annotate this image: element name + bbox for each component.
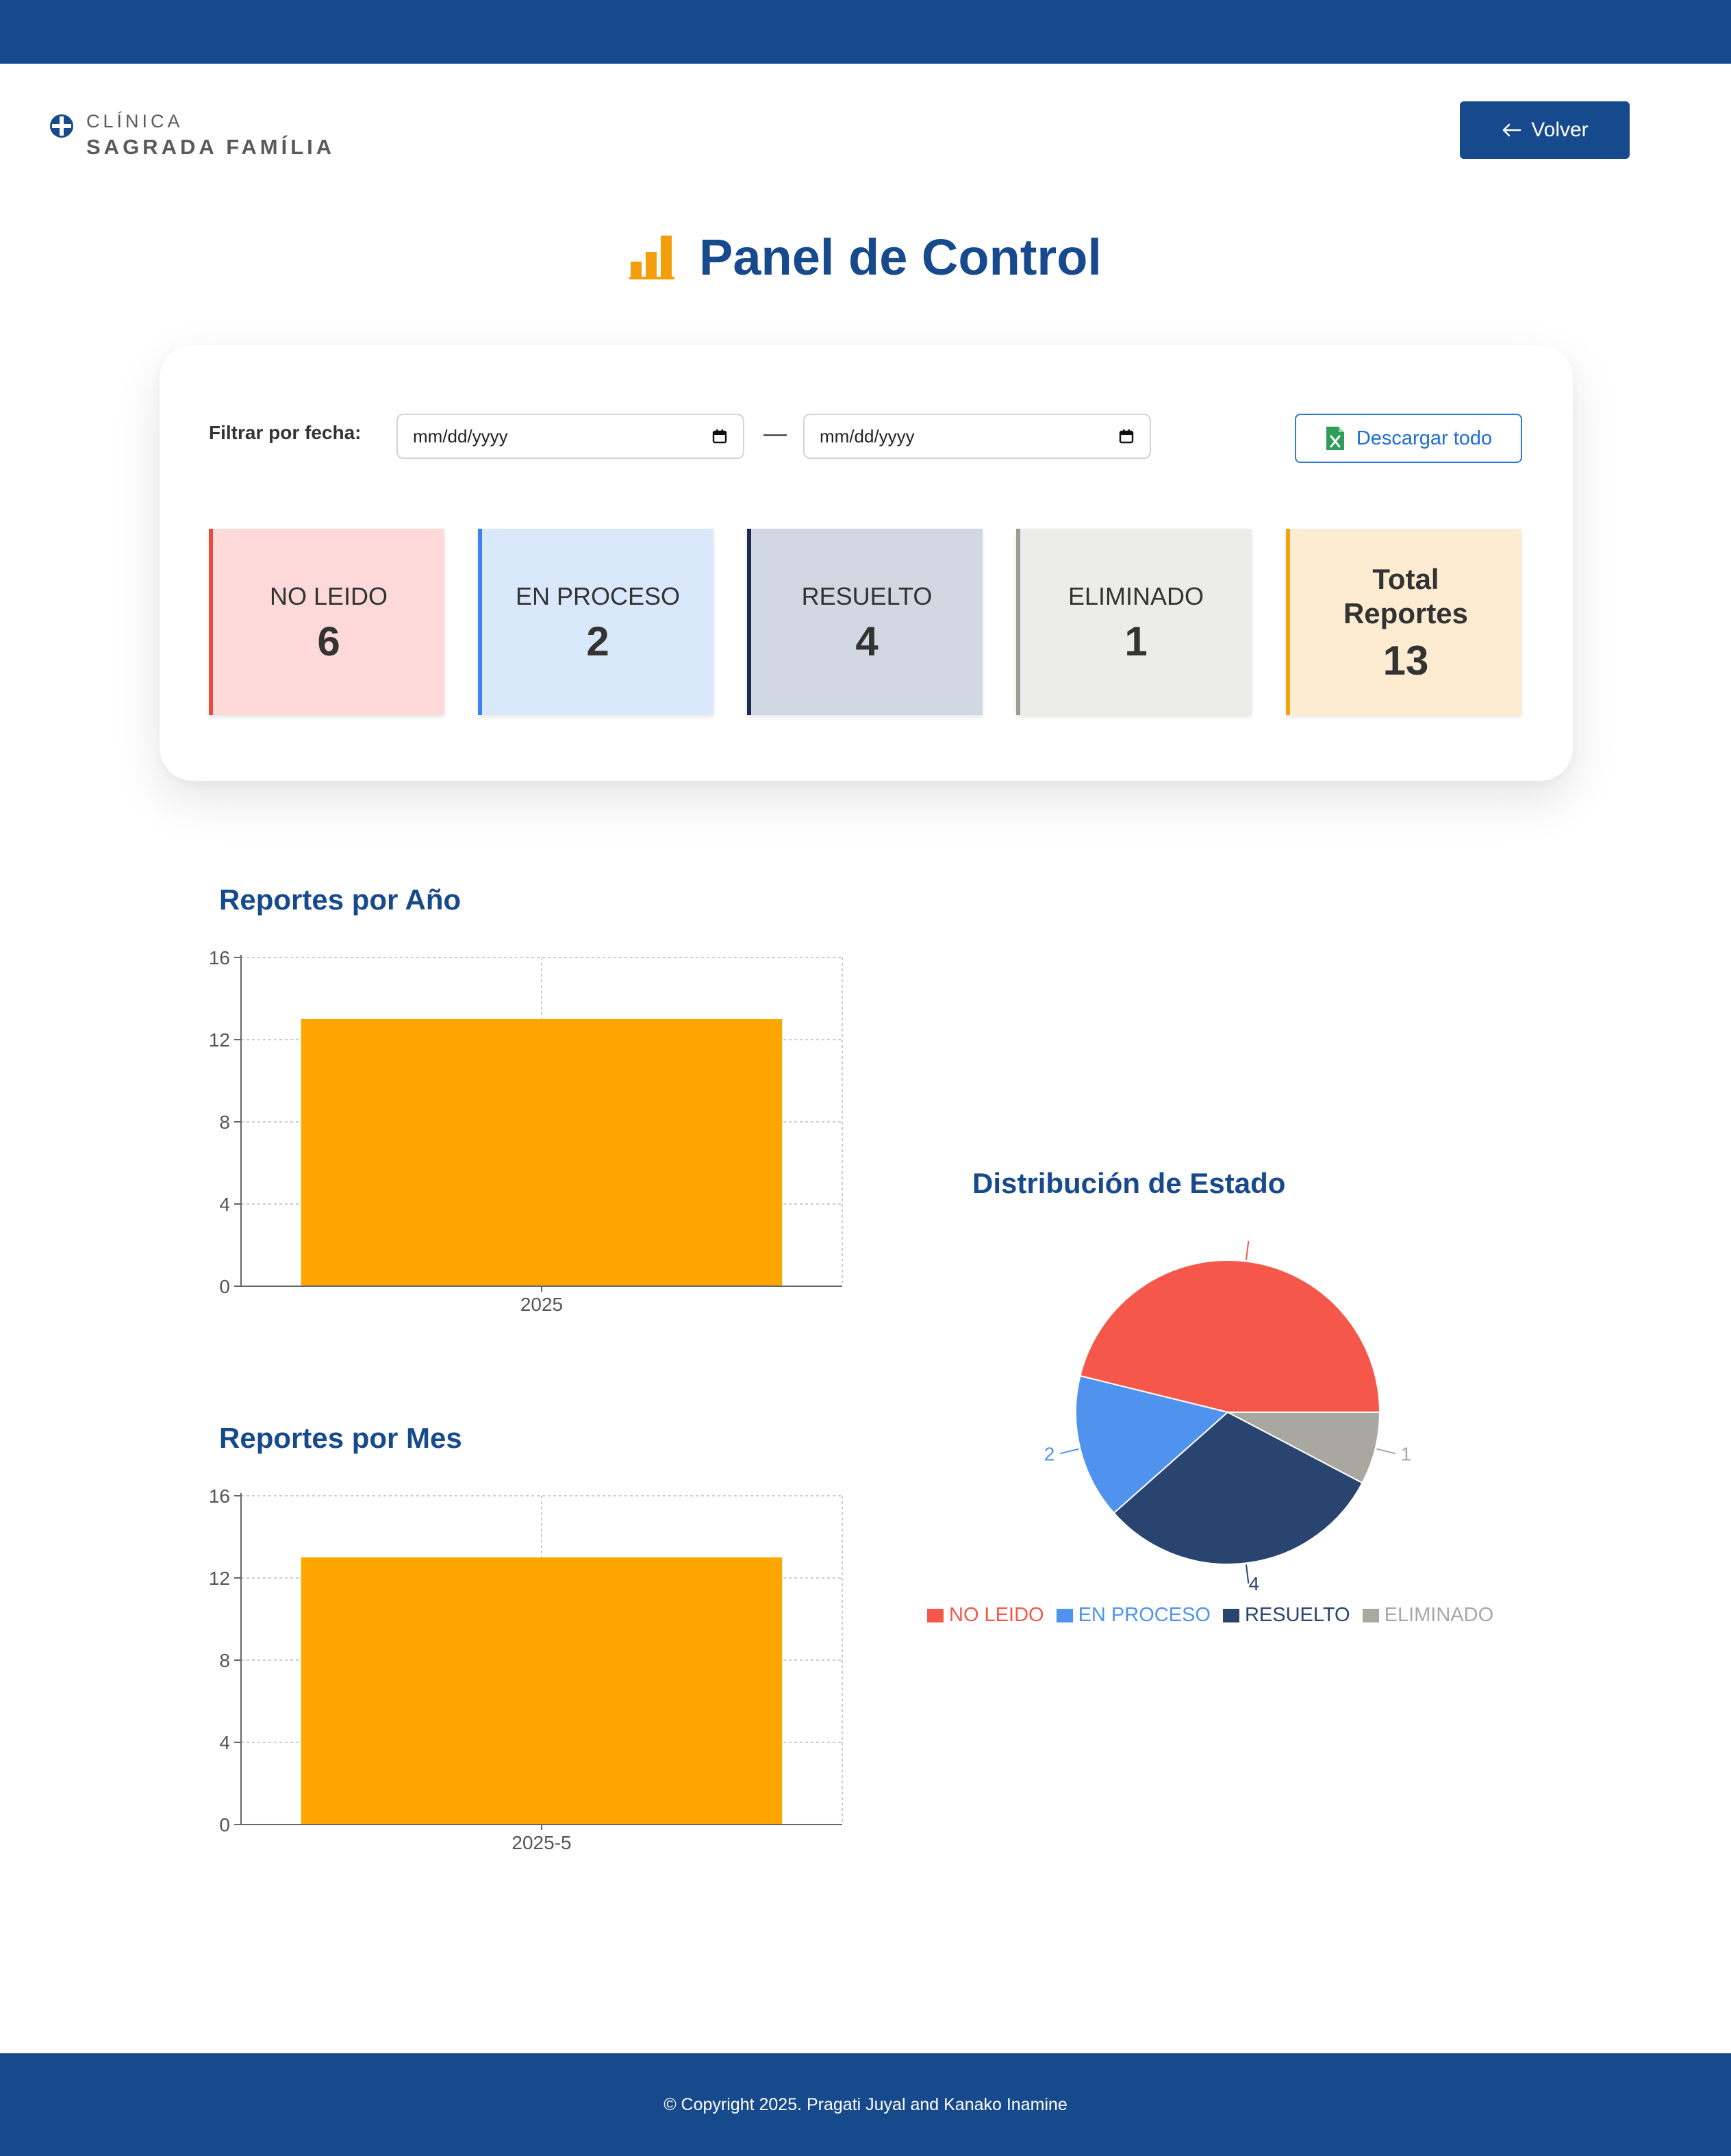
logo-line-1: CLÍNICA: [86, 111, 184, 131]
pie-legend: NO LEIDO EN PROCESO RESUELTO ELIMINADO: [927, 1604, 1493, 1627]
legend-item[interactable]: RESUELTO: [1222, 1604, 1350, 1627]
page: CLÍNICA SAGRADA FAMÍLIA Volver Panel de …: [0, 0, 1731, 2156]
date-range-separator: —: [763, 421, 787, 447]
stat-card-total[interactable]: Total Reportes 13: [1286, 529, 1521, 715]
copyright-text: © Copyright 2025. Pragati Juyal and Kana…: [664, 2094, 1067, 2114]
legend-swatch: [927, 1608, 944, 1622]
year-bar-chart: 0 4 8 12 16 2025: [209, 947, 843, 1315]
download-all-label: Descargar todo: [1356, 427, 1493, 449]
x-tick-label: 2025-5: [511, 1832, 571, 1853]
back-button-label: Volver: [1531, 118, 1589, 141]
legend-swatch: [1056, 1608, 1073, 1622]
y-tick-label: 16: [209, 1486, 230, 1507]
date-to-placeholder: mm/dd/yyyy: [820, 425, 915, 447]
stat-label: ELIMINADO: [1067, 582, 1204, 611]
stat-value: 1: [1124, 618, 1148, 664]
status-chart-title: Distribución de Estado: [972, 1167, 1286, 1199]
pie-leader-line: [1060, 1448, 1079, 1455]
page-title: Panel de Control: [699, 228, 1102, 286]
month-bar-chart: 0 4 8 12 16 2025-5: [209, 1486, 843, 1853]
page-header: Panel de Control: [0, 219, 1731, 294]
stat-value: 4: [855, 618, 879, 664]
filter-panel: Filtrar por fecha: mm/dd/yyyy — mm/dd/yy…: [160, 345, 1573, 781]
pie-leader-line: [1376, 1448, 1395, 1455]
y-tick-label: 12: [209, 1029, 230, 1051]
pie-slice-label: 2: [1044, 1443, 1055, 1464]
month-chart-title: Reportes por Mes: [219, 1422, 462, 1454]
date-from-placeholder: mm/dd/yyyy: [413, 425, 508, 447]
excel-file-icon: [1326, 427, 1344, 450]
download-all-button[interactable]: Descargar todo: [1295, 414, 1522, 463]
year-chart-title: Reportes por Año: [219, 883, 462, 916]
stat-label: Total Reportes: [1343, 562, 1469, 629]
filter-label: Filtrar por fecha:: [209, 422, 362, 443]
pie-slice-label: 4: [1249, 1573, 1260, 1594]
y-tick-label: 4: [219, 1732, 230, 1753]
legend-label: EN PROCESO: [1078, 1604, 1211, 1626]
legend-item[interactable]: NO LEIDO: [927, 1604, 1044, 1627]
y-tick-label: 0: [219, 1814, 230, 1835]
legend-item[interactable]: ELIMINADO: [1362, 1604, 1494, 1627]
bar[interactable]: [301, 1019, 783, 1286]
stat-value: 2: [586, 618, 609, 664]
stat-label: RESUELTO: [801, 582, 933, 611]
pie-slice-label: 1: [1401, 1443, 1412, 1464]
stat-card-no-leido[interactable]: NO LEIDO 6: [209, 529, 444, 715]
status-pie-chart: 2 4 1: [1044, 1240, 1412, 1594]
x-tick-label: 2025: [520, 1294, 563, 1315]
stat-label: NO LEIDO: [269, 582, 388, 611]
legend-label: NO LEIDO: [949, 1604, 1044, 1626]
stat-value: 6: [317, 618, 340, 664]
legend-swatch: [1222, 1608, 1239, 1622]
stat-card-resuelto[interactable]: RESUELTO 4: [747, 529, 983, 715]
stat-card-en-proceso[interactable]: EN PROCESO 2: [478, 529, 713, 715]
y-tick-label: 8: [219, 1112, 230, 1133]
legend-label: RESUELTO: [1244, 1604, 1350, 1626]
stat-label: EN PROCESO: [515, 582, 681, 611]
calendar-icon[interactable]: [711, 428, 728, 444]
y-tick-label: 4: [219, 1194, 230, 1215]
date-from-input[interactable]: mm/dd/yyyy: [396, 414, 744, 459]
footer: © Copyright 2025. Pragati Juyal and Kana…: [0, 2053, 1731, 2156]
y-tick-label: 0: [219, 1276, 230, 1297]
logo-line-2: SAGRADA FAMÍLIA: [86, 135, 336, 159]
calendar-icon[interactable]: [1118, 428, 1135, 444]
logo-text: CLÍNICA SAGRADA FAMÍLIA: [86, 112, 335, 158]
y-tick-label: 8: [219, 1650, 230, 1671]
stat-card-eliminado[interactable]: ELIMINADO 1: [1016, 529, 1252, 715]
stat-value: 13: [1382, 638, 1429, 684]
arrow-left-icon: [1503, 123, 1521, 137]
cross-logo-icon: [50, 114, 73, 138]
clinic-logo[interactable]: CLÍNICA SAGRADA FAMÍLIA: [49, 112, 335, 160]
back-button[interactable]: Volver: [1460, 101, 1630, 159]
top-bar: [0, 0, 1731, 64]
legend-item[interactable]: EN PROCESO: [1056, 1604, 1211, 1627]
y-tick-label: 16: [209, 947, 230, 968]
legend-label: ELIMINADO: [1384, 1604, 1494, 1626]
y-tick-label: 12: [209, 1568, 230, 1589]
bar-chart-icon: [629, 236, 675, 279]
pie-leader-line: [1246, 1240, 1250, 1260]
bar[interactable]: [301, 1557, 783, 1825]
legend-swatch: [1362, 1608, 1379, 1622]
date-to-input[interactable]: mm/dd/yyyy: [803, 414, 1151, 459]
